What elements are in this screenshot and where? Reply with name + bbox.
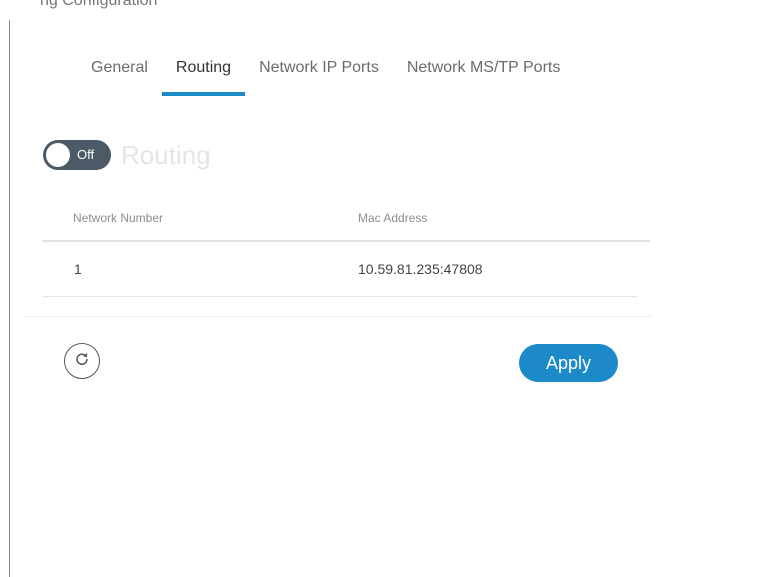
column-header-network-number: Network Number	[73, 211, 164, 225]
header-fragment: ng Configuration	[40, 0, 158, 9]
apply-button[interactable]: Apply	[519, 344, 618, 382]
routing-table: Network Number Mac Address 1 10.59.81.23…	[42, 196, 650, 297]
tab-bar: General Routing Network IP Ports Network…	[77, 58, 575, 96]
routing-page: ng Configuration General Routing Network…	[0, 0, 779, 577]
table-row[interactable]: 1 10.59.81.235:47808	[42, 242, 638, 297]
routing-toggle-row: Off Routing	[43, 140, 211, 170]
table-header: Network Number Mac Address	[42, 196, 650, 242]
cell-mac-address: 10.59.81.235:47808	[358, 261, 483, 277]
cell-network-number: 1	[74, 261, 82, 277]
toggle-knob	[46, 143, 70, 167]
refresh-button[interactable]	[64, 343, 100, 379]
tab-routing[interactable]: Routing	[161, 58, 246, 96]
routing-toggle[interactable]: Off	[43, 140, 111, 170]
tab-general[interactable]: General	[77, 58, 162, 84]
tab-network-ip-ports[interactable]: Network IP Ports	[245, 58, 393, 84]
column-header-mac-address: Mac Address	[358, 211, 428, 225]
refresh-icon	[75, 352, 89, 371]
tab-network-mstp-ports[interactable]: Network MS/TP Ports	[393, 58, 575, 84]
routing-title: Routing	[121, 140, 211, 170]
left-divider	[9, 20, 10, 577]
section-divider	[26, 316, 652, 317]
toggle-state-label: Off	[77, 147, 95, 162]
